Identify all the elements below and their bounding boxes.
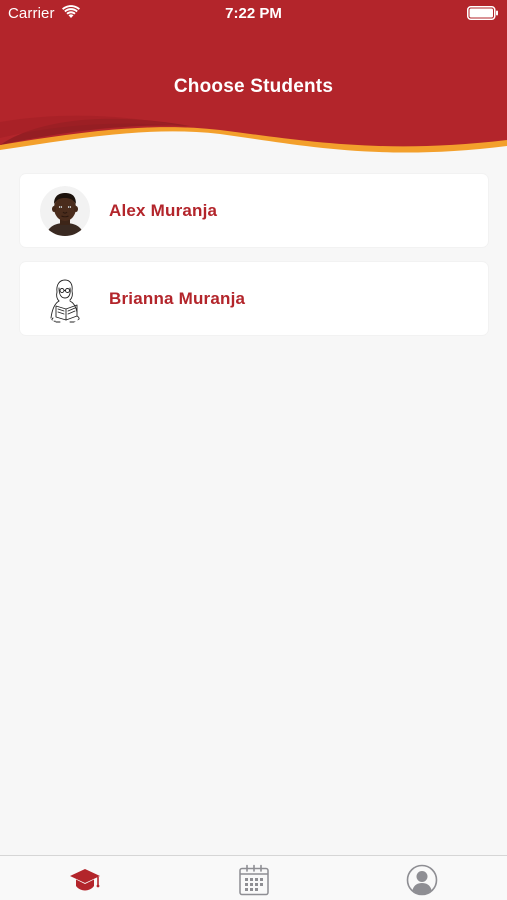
girl-reading-avatar-icon xyxy=(40,274,90,324)
header: Carrier 7:22 PM Choose Students xyxy=(0,0,507,165)
boy-avatar-icon xyxy=(40,186,90,236)
tab-students[interactable] xyxy=(55,862,115,898)
tab-profile[interactable] xyxy=(392,862,452,898)
status-time: 7:22 PM xyxy=(225,5,282,22)
app-screen: Carrier 7:22 PM Choose Students Alex Mur… xyxy=(0,0,507,900)
calendar-icon xyxy=(239,864,269,896)
battery-icon xyxy=(467,6,498,20)
student-card-brianna[interactable]: Brianna Muranja xyxy=(20,262,488,335)
student-name: Alex Muranja xyxy=(109,201,218,220)
graduation-cap-icon xyxy=(70,869,100,891)
student-card-alex[interactable]: Alex Muranja xyxy=(20,174,488,247)
page-title: Choose Students xyxy=(173,76,334,97)
student-list: Alex Muranja Brianna Muranja xyxy=(20,174,488,350)
tab-bar xyxy=(0,855,507,900)
tab-calendar[interactable] xyxy=(224,862,284,898)
student-name: Brianna Muranja xyxy=(109,289,246,308)
profile-icon xyxy=(406,864,438,896)
status-bar: Carrier 7:22 PM xyxy=(0,0,507,28)
